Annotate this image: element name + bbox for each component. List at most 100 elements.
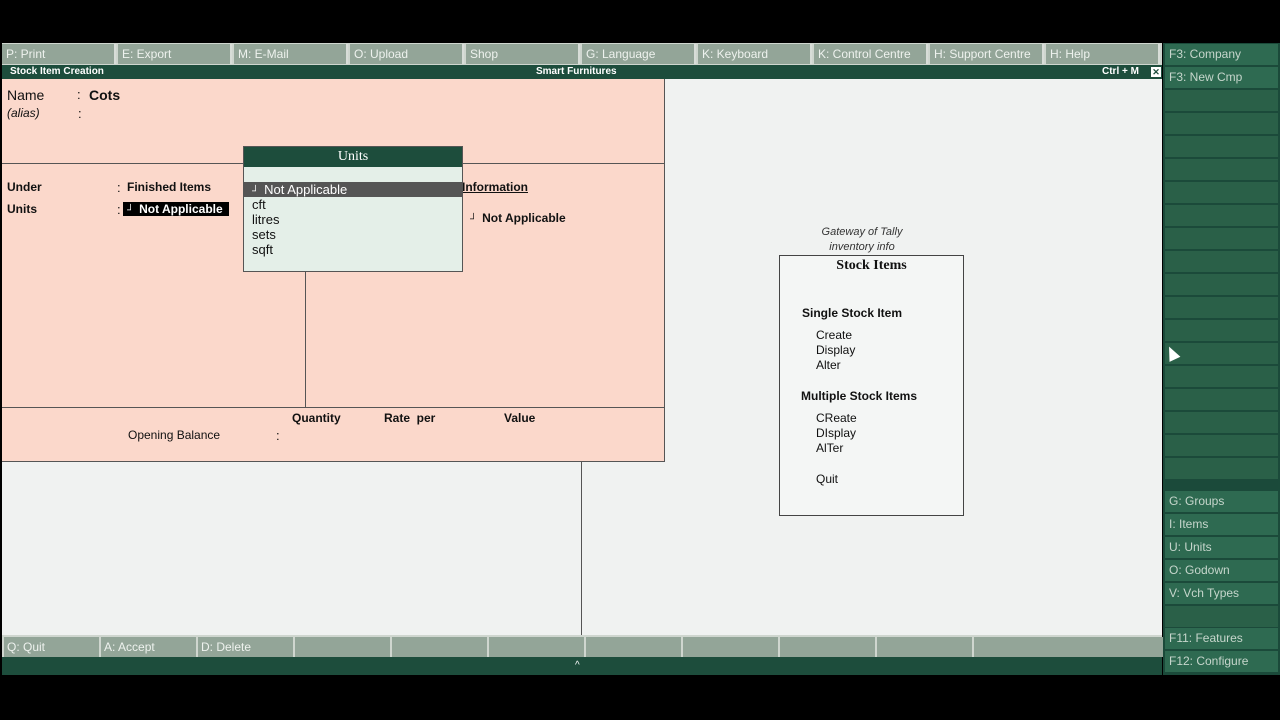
- units-option-not-applicable[interactable]: ┘ Not Applicable: [244, 182, 462, 197]
- title-bar: Stock Item Creation Smart Furnitures Ctr…: [2, 65, 1162, 79]
- groups-button[interactable]: G: Groups: [1165, 491, 1278, 512]
- units-popup-title: Units: [244, 147, 462, 167]
- return-icon: ┘: [470, 214, 478, 225]
- units-field-value: Not Applicable: [139, 202, 223, 216]
- information-header: Information: [462, 180, 528, 194]
- return-icon: ┘: [127, 205, 135, 216]
- return-icon: ┘: [252, 186, 260, 197]
- empty-button: [1165, 320, 1278, 341]
- units-label: Units: [7, 202, 37, 216]
- name-field[interactable]: Cots: [89, 87, 120, 103]
- quantity-header: Quantity: [292, 411, 341, 425]
- value-header: Value: [504, 411, 536, 425]
- units-field[interactable]: ┘ Not Applicable: [123, 202, 229, 216]
- help-button[interactable]: H: Help: [1046, 44, 1160, 64]
- shop-button[interactable]: Shop: [466, 44, 580, 64]
- multiple-stock-items-header: Multiple Stock Items: [801, 389, 918, 403]
- empty-button: [877, 637, 972, 657]
- empty-button: [586, 637, 681, 657]
- gateway-breadcrumb-line2: inventory info: [829, 241, 895, 253]
- form-border: [664, 79, 665, 462]
- upload-button[interactable]: O: Upload: [350, 44, 464, 64]
- empty-button: [683, 637, 778, 657]
- empty-button: [1165, 136, 1278, 157]
- empty-button: [1165, 435, 1278, 456]
- stock-items-menu: Stock Items Single Stock Item Create Dis…: [779, 255, 964, 516]
- control-centre-button[interactable]: K: Control Centre: [814, 44, 928, 64]
- alias-colon: :: [78, 106, 82, 121]
- email-button[interactable]: M: E-Mail: [234, 44, 348, 64]
- shortcut-hint: Ctrl + M: [1102, 66, 1139, 77]
- status-bar: [2, 657, 1162, 675]
- delete-button[interactable]: D: Delete: [198, 637, 293, 657]
- empty-button: [295, 637, 390, 657]
- caret-up-icon[interactable]: ^: [575, 660, 580, 671]
- units-option-litres[interactable]: litres: [252, 212, 279, 227]
- empty-button: [1165, 297, 1278, 318]
- name-label: Name: [7, 87, 45, 103]
- units-option-sets[interactable]: sets: [252, 227, 276, 242]
- opening-balance-colon: :: [276, 428, 280, 443]
- screen-title: Stock Item Creation: [10, 66, 104, 77]
- support-centre-button[interactable]: H: Support Centre: [930, 44, 1044, 64]
- menu-create[interactable]: Create: [816, 328, 852, 342]
- company-name: Smart Furnitures: [536, 66, 617, 77]
- configure-button[interactable]: F12: Configure: [1165, 651, 1278, 672]
- under-field[interactable]: Finished Items: [127, 180, 211, 194]
- company-button[interactable]: F3: Company: [1165, 44, 1278, 65]
- opening-balance-label: Opening Balance: [128, 428, 221, 442]
- gateway-breadcrumb-line1: Gateway of Tally: [821, 226, 903, 238]
- empty-button: [1165, 412, 1278, 433]
- quit-button[interactable]: Q: Quit: [4, 637, 99, 657]
- single-stock-item-header: Single Stock Item: [802, 306, 903, 320]
- gateway-breadcrumb: Gateway of Tally inventory info: [800, 225, 924, 255]
- menu-alter[interactable]: Alter: [816, 358, 841, 372]
- empty-button: [1068, 637, 1163, 657]
- empty-button: [1165, 366, 1278, 387]
- rate-per-header: Rate per: [384, 411, 436, 425]
- information-field[interactable]: ┘ Not Applicable: [470, 211, 566, 225]
- column-divider: [305, 270, 306, 407]
- under-label: Under: [7, 180, 42, 194]
- items-button[interactable]: I: Items: [1165, 514, 1278, 535]
- units-option-cft[interactable]: cft: [252, 197, 266, 212]
- new-company-button[interactable]: F3: New Cmp: [1165, 67, 1278, 88]
- accept-button[interactable]: A: Accept: [101, 637, 196, 657]
- keyboard-button[interactable]: K: Keyboard: [698, 44, 812, 64]
- empty-button: [1165, 606, 1278, 627]
- units-popup: Units ┘ Not Applicable cft litres sets sq…: [243, 146, 463, 272]
- alias-label: (alias): [7, 106, 40, 120]
- empty-button: [1165, 389, 1278, 410]
- menu-quit[interactable]: Quit: [816, 472, 838, 486]
- close-icon[interactable]: ✕: [1151, 67, 1161, 77]
- empty-button: [1165, 458, 1278, 479]
- units-button[interactable]: U: Units: [1165, 537, 1278, 558]
- menu-multi-create[interactable]: CReate: [816, 411, 857, 425]
- empty-button: [1165, 274, 1278, 295]
- godown-button[interactable]: O: Godown: [1165, 560, 1278, 581]
- empty-button: [1165, 113, 1278, 134]
- empty-button: [974, 637, 1069, 657]
- column-divider: [581, 462, 582, 635]
- language-button[interactable]: G: Language: [582, 44, 696, 64]
- print-button[interactable]: P: Print: [2, 44, 116, 64]
- menu-multi-display[interactable]: DIsplay: [816, 426, 856, 440]
- stock-items-menu-title: Stock Items: [836, 258, 907, 273]
- name-colon: :: [77, 87, 81, 102]
- features-button[interactable]: F11: Features: [1165, 628, 1278, 649]
- empty-button: [1165, 159, 1278, 180]
- units-colon: :: [117, 202, 121, 217]
- empty-button: [1165, 182, 1278, 203]
- menu-display[interactable]: Display: [816, 343, 855, 357]
- export-button[interactable]: E: Export: [118, 44, 232, 64]
- empty-button: [489, 637, 584, 657]
- information-field-value: Not Applicable: [482, 211, 566, 225]
- menu-multi-alter[interactable]: AlTer: [816, 441, 843, 455]
- vch-types-button[interactable]: V: Vch Types: [1165, 583, 1278, 604]
- empty-button: [392, 637, 487, 657]
- empty-button: [1165, 228, 1278, 249]
- units-option-sqft[interactable]: sqft: [252, 242, 273, 257]
- empty-button: [1165, 251, 1278, 272]
- under-colon: :: [117, 180, 121, 195]
- units-option-label: Not Applicable: [264, 182, 348, 197]
